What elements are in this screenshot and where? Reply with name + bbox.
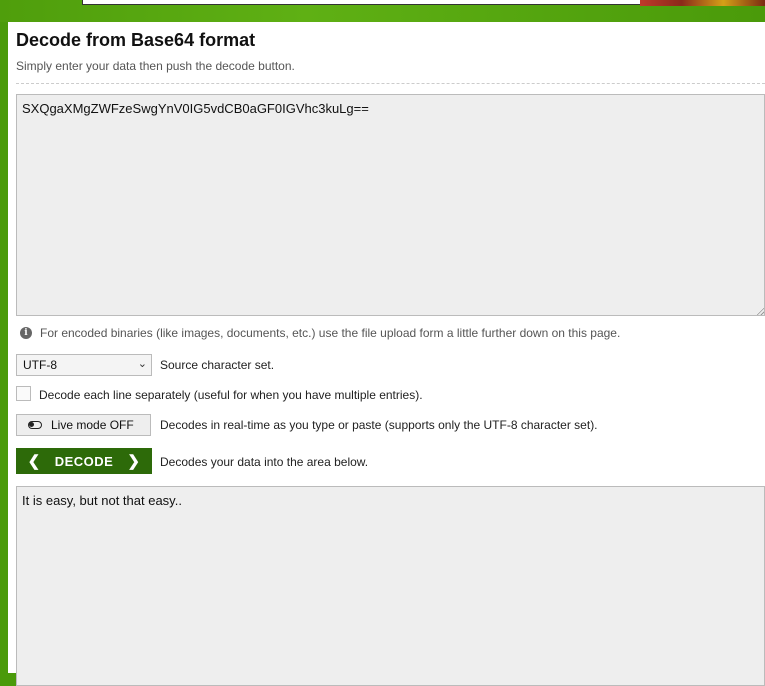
input-textarea[interactable]: SXQgaXMgZWFzeSwgYnV0IG5vdCB0aGF0IGVhc3ku…: [16, 94, 765, 316]
output-textarea[interactable]: It is easy, but not that easy..: [16, 486, 765, 686]
decode-button[interactable]: ❮ DECODE ❯: [16, 448, 152, 474]
page-subtitle: Simply enter your data then push the dec…: [16, 59, 295, 73]
info-note: i For encoded binaries (like images, doc…: [20, 326, 620, 340]
charset-label: Source character set.: [160, 358, 275, 372]
live-mode-label: Live mode OFF: [51, 418, 134, 432]
live-mode-button[interactable]: Live mode OFF: [16, 414, 151, 436]
page-title: Decode from Base64 format: [16, 30, 256, 50]
divider: [16, 83, 765, 84]
input-resize-handle[interactable]: [756, 307, 764, 315]
info-icon: i: [20, 327, 32, 339]
toggle-icon: [28, 421, 42, 429]
live-mode-description: Decodes in real-time as you type or past…: [160, 418, 598, 432]
charset-selected-value: UTF-8: [23, 358, 57, 372]
info-text: For encoded binaries (like images, docum…: [40, 326, 621, 340]
chevron-down-icon: ⌄: [137, 358, 147, 370]
decode-button-label: DECODE: [54, 453, 114, 469]
line-separately-label: Decode each line separately (useful for …: [39, 388, 423, 402]
line-separately-checkbox[interactable]: [16, 386, 31, 401]
decode-description: Decodes your data into the area below.: [160, 455, 369, 469]
charset-select[interactable]: UTF-8 ⌄: [16, 354, 152, 376]
chevron-left-icon: ❮: [27, 453, 41, 470]
banner-image: [640, 0, 765, 6]
top-banner: [0, 0, 765, 22]
decode-panel: Decode from Base64 format Simply enter y…: [8, 22, 765, 686]
chevron-right-icon: ❯: [127, 453, 141, 470]
